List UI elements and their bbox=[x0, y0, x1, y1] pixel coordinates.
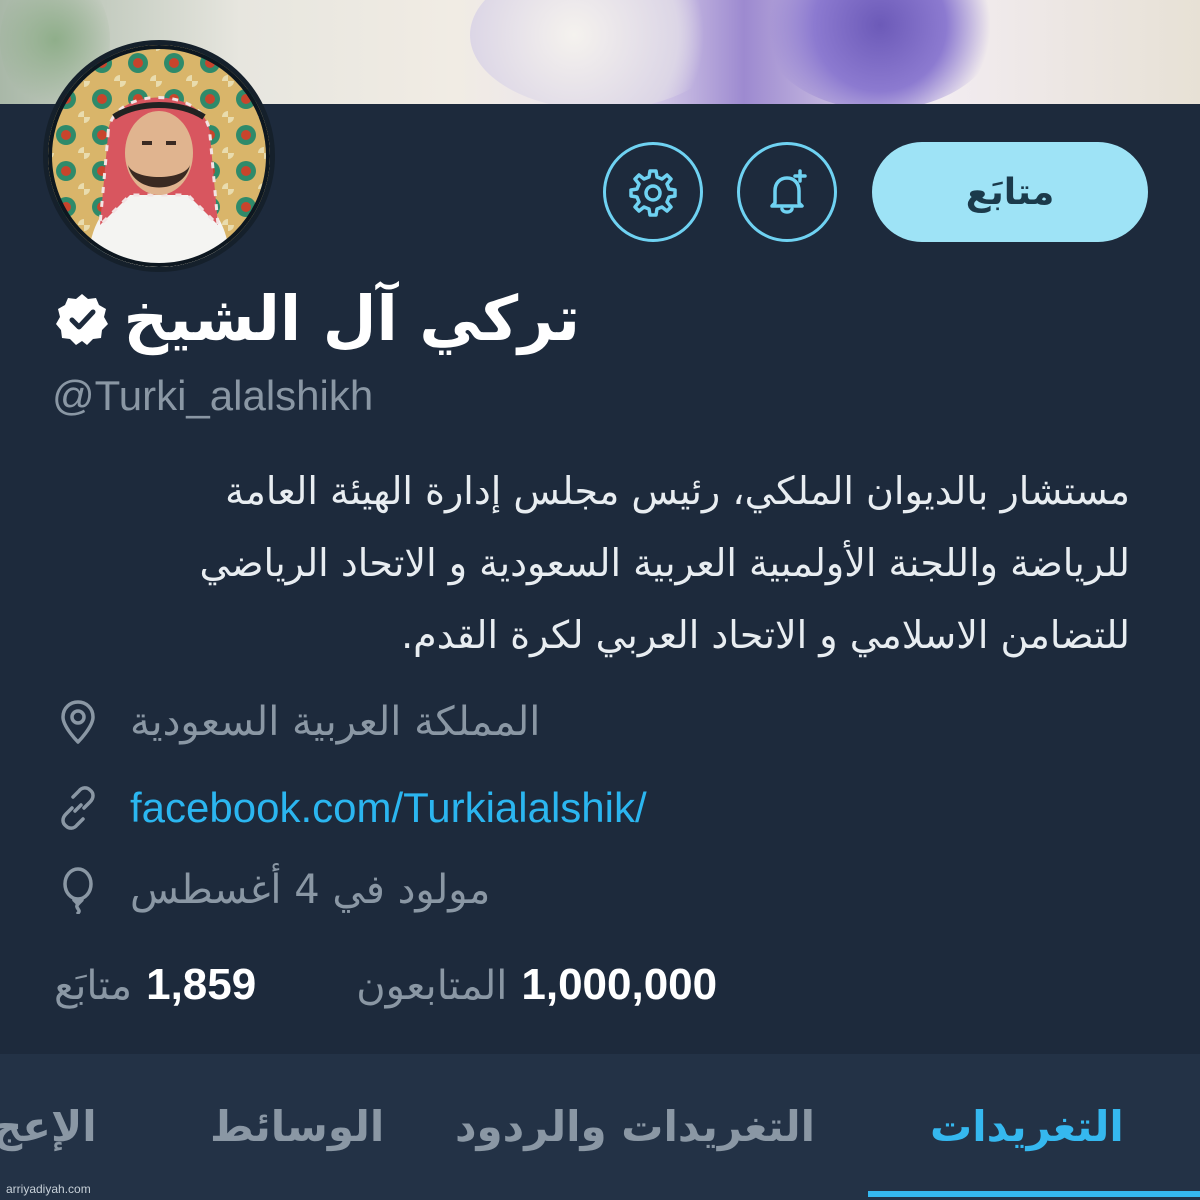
bell-plus-icon bbox=[770, 169, 807, 214]
followers-stat[interactable]: المتابعون 1,000,000 bbox=[356, 960, 717, 1010]
following-count: 1,859 bbox=[146, 960, 257, 1009]
location-text: المملكة العربية السعودية bbox=[130, 699, 541, 745]
website-link[interactable]: facebook.com/Turkialalshik/ bbox=[130, 784, 647, 832]
location-row: المملكة العربية السعودية bbox=[54, 698, 540, 746]
profile-handle: @Turki_alalshikh bbox=[52, 372, 374, 419]
verified-badge-icon bbox=[55, 293, 108, 345]
avatar-border bbox=[48, 45, 270, 267]
link-icon bbox=[61, 786, 95, 830]
profile-name-row: تركي آل الشيخ bbox=[54, 282, 580, 355]
location-pin-icon bbox=[61, 700, 95, 744]
followers-count: 1,000,000 bbox=[521, 960, 718, 1009]
active-tab-indicator bbox=[868, 1191, 1200, 1197]
banner-decoration bbox=[760, 0, 1000, 104]
profile-tabs: التغريدات التغريدات والردود الوسائط الإع… bbox=[0, 1054, 1200, 1200]
display-name: تركي آل الشيخ bbox=[123, 282, 580, 355]
following-label: متابَع bbox=[54, 963, 133, 1009]
settings-button[interactable] bbox=[603, 142, 703, 242]
website-row: facebook.com/Turkialalshik/ bbox=[54, 784, 647, 832]
balloon-icon bbox=[63, 867, 93, 914]
birthday-text: مولود في 4 أغسطس bbox=[130, 867, 491, 913]
following-stat[interactable]: متابَع 1,859 bbox=[54, 960, 256, 1010]
followers-label: المتابعون bbox=[356, 963, 508, 1009]
birthday-row: مولود في 4 أغسطس bbox=[54, 866, 490, 914]
avatar[interactable] bbox=[43, 40, 275, 272]
tab-media[interactable]: الوسائط bbox=[210, 1102, 384, 1151]
bio-line: مستشار بالديوان الملكي، رئيس مجلس إدارة … bbox=[225, 469, 1130, 513]
tab-likes[interactable]: الإعج bbox=[0, 1102, 97, 1151]
notifications-button[interactable] bbox=[737, 142, 837, 242]
profile-stats: متابَع 1,859 المتابعون 1,000,000 bbox=[54, 960, 717, 1010]
bio-line: للتضامن الاسلامي و الاتحاد العربي لكرة ا… bbox=[401, 613, 1130, 657]
profile-bio: مستشار بالديوان الملكي، رئيس مجلس إدارة … bbox=[40, 455, 1130, 671]
tab-tweets-and-replies[interactable]: التغريدات والردود bbox=[455, 1102, 815, 1151]
bio-line: للرياضة واللجنة الأولمبية العربية السعود… bbox=[199, 541, 1130, 585]
following-button[interactable]: متابَع bbox=[872, 142, 1148, 242]
site-watermark: arriyadiyah.com bbox=[6, 1182, 91, 1196]
banner-decoration bbox=[470, 0, 730, 104]
gear-icon bbox=[629, 169, 677, 217]
tab-tweets[interactable]: التغريدات bbox=[930, 1102, 1124, 1151]
